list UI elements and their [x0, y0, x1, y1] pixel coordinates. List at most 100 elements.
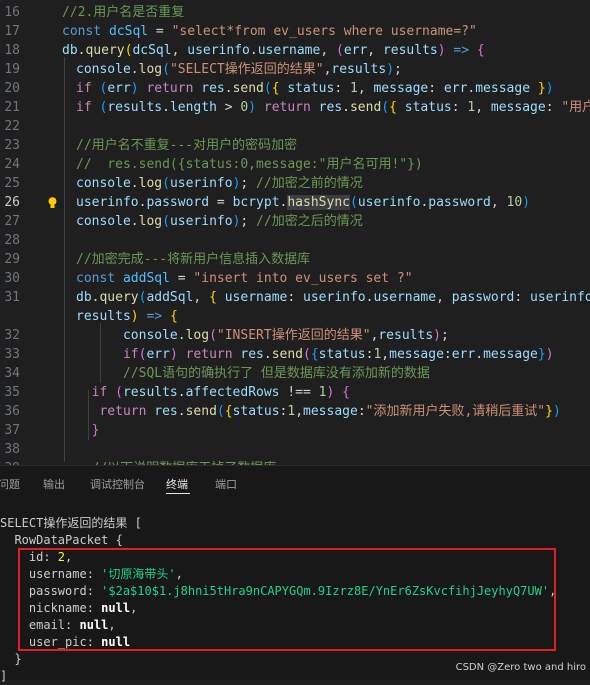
code-line[interactable]: 22: [0, 117, 590, 136]
code-token: :: [451, 100, 468, 115]
code-token: (: [216, 404, 225, 419]
code-line[interactable]: 21 if (results.length > 0) return res.sen…: [0, 98, 590, 117]
line-number: 21: [4, 100, 20, 115]
code-token: {: [389, 100, 397, 115]
code-line[interactable]: 17 const dcSql = "select*from ev_users wh…: [0, 22, 590, 41]
code-token: {: [271, 81, 280, 96]
code-line[interactable]: 27 console.log(userinfo); //加密之后的情况: [0, 212, 590, 231]
code-line[interactable]: 20 if (err) return res.send({ status: 1, …: [0, 79, 590, 98]
code-line[interactable]: 35 if (results.affectedRows !== 1) {: [0, 383, 590, 402]
code-token: .: [263, 347, 272, 362]
code-token: res: [240, 347, 264, 362]
code-token: ): [169, 347, 178, 362]
code-token: err: [451, 347, 476, 362]
code-line[interactable]: 32 console.log("INSERT操作返回的结果",results);: [0, 326, 590, 345]
code-line[interactable]: 34 //SQL语句的确执行了 但是数据库没有添加新的数据: [0, 364, 590, 383]
code-token: userinfo: [303, 290, 366, 305]
code-token: "SELECT操作返回的结果": [169, 62, 324, 77]
code-token: (: [335, 43, 344, 58]
code-line[interactable]: results) => {: [0, 307, 590, 326]
code-token: .: [130, 214, 139, 229]
code-token: .: [177, 404, 186, 419]
code-token: res: [318, 100, 343, 115]
code-token: ,: [436, 290, 452, 305]
code-token: userinfo: [530, 290, 590, 305]
code-token: ,: [295, 404, 304, 419]
line-number: 22: [4, 119, 20, 134]
code-line[interactable]: 25 console.log(userinfo); //加密之前的情况: [0, 174, 590, 193]
tab-ports[interactable]: 端口: [215, 476, 237, 492]
code-token: userinfo: [169, 214, 233, 229]
code-token: >: [216, 100, 241, 115]
code-line[interactable]: 31 db.query(addSql, { username: userinfo.…: [0, 288, 590, 307]
line-number: 35: [4, 385, 20, 400]
tab-output[interactable]: 输出: [43, 476, 65, 492]
code-token: ,: [357, 81, 374, 96]
code-line[interactable]: 23 //用户名不重复---对用户的密码加密: [0, 136, 590, 155]
code-token: ): [248, 100, 257, 115]
line-number: 25: [4, 176, 20, 191]
tab-terminal[interactable]: 终端: [166, 476, 188, 492]
code-line[interactable]: 19 console.log("SELECT操作返回的结果",results);: [0, 60, 590, 79]
code-token: userinfo: [76, 195, 139, 210]
code-token: return: [146, 81, 202, 96]
tab-problems[interactable]: 问题: [0, 476, 20, 492]
code-token: .: [177, 328, 186, 343]
code-token: results: [378, 328, 434, 343]
lightbulb-icon[interactable]: [48, 196, 57, 208]
code-text: }: [76, 421, 100, 440]
code-line[interactable]: 37 }: [0, 421, 590, 440]
code-token: message: [389, 347, 444, 362]
code-token: username: [224, 290, 288, 305]
code-token: password: [451, 290, 515, 305]
line-number: 19: [4, 62, 20, 77]
code-line[interactable]: 24 // res.send({status:0,message:"用户名可用!"…: [0, 155, 590, 174]
code-token: :: [334, 81, 350, 96]
code-line[interactable]: 29 //加密完成---将新用户信息插入数据库: [0, 250, 590, 269]
line-number: 28: [4, 233, 20, 248]
code-line[interactable]: 36 return res.send({status:1,message:"添加…: [0, 402, 590, 421]
code-token: ,: [320, 43, 336, 58]
code-token: (: [115, 385, 123, 400]
line-number: 26: [4, 195, 20, 210]
code-line[interactable]: 16 //2.用户名是否重复: [0, 3, 590, 22]
code-token: ;: [240, 214, 257, 229]
code-token: :: [357, 404, 366, 419]
code-token: log: [138, 214, 163, 229]
tab-debug-console[interactable]: 调试控制台: [90, 476, 145, 492]
code-token: dcSql: [108, 24, 149, 39]
code-token: "insert into ev_users set ?": [193, 271, 413, 286]
code-token: :: [514, 290, 531, 305]
terminal-line: ]: [0, 667, 7, 685]
code-line[interactable]: 28: [0, 231, 590, 250]
code-token: {: [476, 43, 485, 58]
line-number: 17: [4, 24, 20, 39]
code-token: send: [185, 404, 217, 419]
code-line[interactable]: 26 userinfo.password = bcrypt.hashSync(us…: [0, 193, 590, 212]
code-token: ): [433, 328, 441, 343]
code-text: if (err) return res.send({ status: 1, me…: [76, 79, 554, 98]
code-text: //用户名不重复---对用户的密码加密: [76, 136, 297, 155]
code-token: ,: [475, 100, 491, 115]
code-token: ): [386, 62, 395, 77]
code-token: =>: [453, 43, 470, 58]
line-number: 33: [4, 347, 20, 362]
terminal-line: RowDataPacket {: [0, 531, 122, 549]
code-token: ;: [394, 62, 402, 77]
line-number: 23: [4, 138, 20, 153]
code-line[interactable]: 30 const addSql = "insert into ev_users s…: [0, 269, 590, 288]
code-text: console.log("SELECT操作返回的结果",results);: [76, 60, 402, 79]
code-token: :: [545, 100, 562, 115]
code-token: (: [303, 347, 311, 362]
code-line[interactable]: 33 if(err) return res.send({status:1,mes…: [0, 345, 590, 364]
code-token: console: [122, 328, 178, 343]
code-line[interactable]: 38: [0, 440, 590, 459]
code-editor[interactable]: 16 //2.用户名是否重复 17 const dcSql = "select*fro…: [0, 0, 590, 465]
code-line[interactable]: 18 db.query(dcSql, userinfo.username, (er…: [0, 41, 590, 60]
line-number: 29: [4, 252, 20, 267]
code-token: }: [537, 81, 546, 96]
code-token: {: [209, 290, 217, 305]
